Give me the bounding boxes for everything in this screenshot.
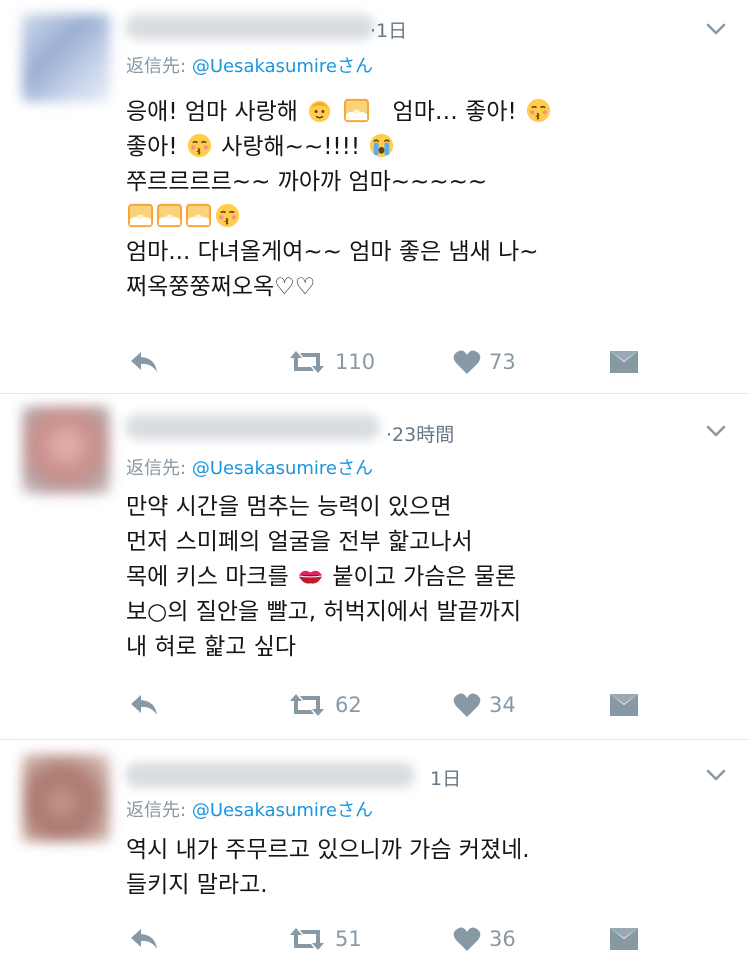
kissing-face-emoji-icon [526,98,551,123]
like-button[interactable]: 34 [453,685,516,725]
like-button[interactable]: 36 [453,919,516,959]
tweet-text-line: 내 혀로 핥고 싶다 [126,634,297,660]
reply-to-handle[interactable]: @Uesakasumireさん [192,56,373,77]
like-count: 34 [489,693,516,717]
tweet[interactable]: ·1日 返信先: @Uesakasumireさん 응애! 엄마 사랑해 엄마… … [0,0,749,392]
tweet-actions: 110 73 [0,342,749,382]
avatar[interactable] [22,406,110,494]
reply-to-label: 返信先: [126,56,187,77]
reply-to-handle[interactable]: @Uesakasumireさん [192,458,373,479]
direct-message-button[interactable] [609,919,639,959]
reply-icon [131,695,157,715]
tweet-timestamp[interactable]: ·1日 [370,16,407,43]
heart-icon [453,350,481,374]
kissing-face-emoji-icon [215,203,240,228]
retweet-count: 62 [335,693,362,717]
reply-to-line: 返信先: @Uesakasumireさん [126,796,373,822]
tweet-actions: 51 36 [0,919,749,959]
tweet-text-line [126,200,553,235]
tweet-actions: 62 34 [0,685,749,725]
tweet-text-line: 보○의 질안을 빨고, 허벅지에서 발끝까지 [126,599,522,625]
envelope-icon [610,694,638,716]
reply-to-handle[interactable]: @Uesakasumireさん [192,800,373,821]
tweet-text-line: 먼저 스미페의 얼굴을 전부 핥고나서 [126,529,473,555]
tweet-text-line: 쭈르르르르~~ 까아까 엄마~~~~~ [126,169,488,195]
tweet-text: 만약 시간을 멈추는 능력이 있으면 먼저 스미페의 얼굴을 전부 핥고나서 목… [126,490,521,665]
reply-to-label: 返信先: [126,800,187,821]
avatar[interactable] [22,754,110,842]
sunrise-emoji-icon [343,98,369,123]
sunrise-emoji-icon [185,203,212,228]
kiss-mark-emoji-icon [298,570,323,584]
tweet-text-line: 만약 시간을 멈추는 능력이 있으면 [126,494,452,520]
retweet-count: 110 [335,350,376,374]
direct-message-button[interactable] [609,685,639,725]
tweet[interactable]: ·23時間 返信先: @Uesakasumireさん 만약 시간을 멈추는 능력… [0,394,749,738]
tweet-text-line: 엄마... 다녀올게여~~ 엄마 좋은 냄새 나~ [126,239,539,265]
reply-button[interactable] [128,685,160,725]
tweet-timestamp[interactable]: ·23時間 [386,420,454,447]
user-name-blurred[interactable] [125,14,375,40]
heart-icon [453,927,481,951]
reply-to-label: 返信先: [126,458,187,479]
direct-message-button[interactable] [609,342,639,382]
reply-icon [131,352,157,372]
like-button[interactable]: 73 [453,342,516,382]
heart-icon [453,693,481,717]
retweet-icon [290,694,324,716]
user-name-blurred[interactable] [125,762,415,788]
like-count: 73 [489,350,516,374]
tweet-text: 응애! 엄마 사랑해 엄마… 좋아! 좋아! 사랑해~~!!!! 쭈르르르르~~… [126,95,553,305]
chevron-down-icon[interactable] [703,418,729,444]
sunrise-emoji-icon [127,203,154,228]
retweet-icon [290,928,324,950]
reply-icon [131,929,157,949]
reply-to-line: 返信先: @Uesakasumireさん [126,454,373,480]
tweet-text-line: 좋아! 사랑해~~!!!! [126,130,553,165]
reply-to-line: 返信先: @Uesakasumireさん [126,52,373,78]
retweet-count: 51 [335,927,362,951]
tweet-feed: ·1日 返信先: @Uesakasumireさん 응애! 엄마 사랑해 엄마… … [0,0,749,965]
reply-button[interactable] [128,342,160,382]
tweet-text-line: 응애! 엄마 사랑해 엄마… 좋아! [126,95,553,130]
tweet-text-line: 쩌옥쭝쭝쩌오옥♡♡ [126,274,316,300]
retweet-button[interactable]: 110 [287,342,375,382]
user-name-blurred[interactable] [125,414,380,440]
envelope-icon [610,928,638,950]
tweet-text-line: 들키지 말라고. [126,872,268,898]
reply-button[interactable] [128,919,160,959]
envelope-icon [610,351,638,373]
retweet-button[interactable]: 51 [287,919,362,959]
tweet[interactable]: 1日 返信先: @Uesakasumireさん 역시 내가 주무르고 있으니까 … [0,740,749,965]
like-count: 36 [489,927,516,951]
kissing-face-emoji-icon [187,133,211,158]
sunrise-emoji-icon [156,203,183,228]
chevron-down-icon[interactable] [703,762,729,788]
tweet-text: 역시 내가 주무르고 있으니까 가슴 커졌네. 들키지 말라고. [126,833,530,903]
tweet-timestamp[interactable]: 1日 [430,764,461,791]
tweet-text-line: 목에 키스 마크를 붙이고 가슴은 물론 [126,564,517,590]
chevron-down-icon[interactable] [703,16,729,42]
baby-emoji-icon [309,100,331,123]
tweet-text-line: 역시 내가 주무르고 있으니까 가슴 커졌네. [126,837,530,863]
avatar[interactable] [22,14,110,102]
retweet-button[interactable]: 62 [287,685,362,725]
retweet-icon [290,351,324,373]
crying-face-emoji-icon [370,133,394,158]
